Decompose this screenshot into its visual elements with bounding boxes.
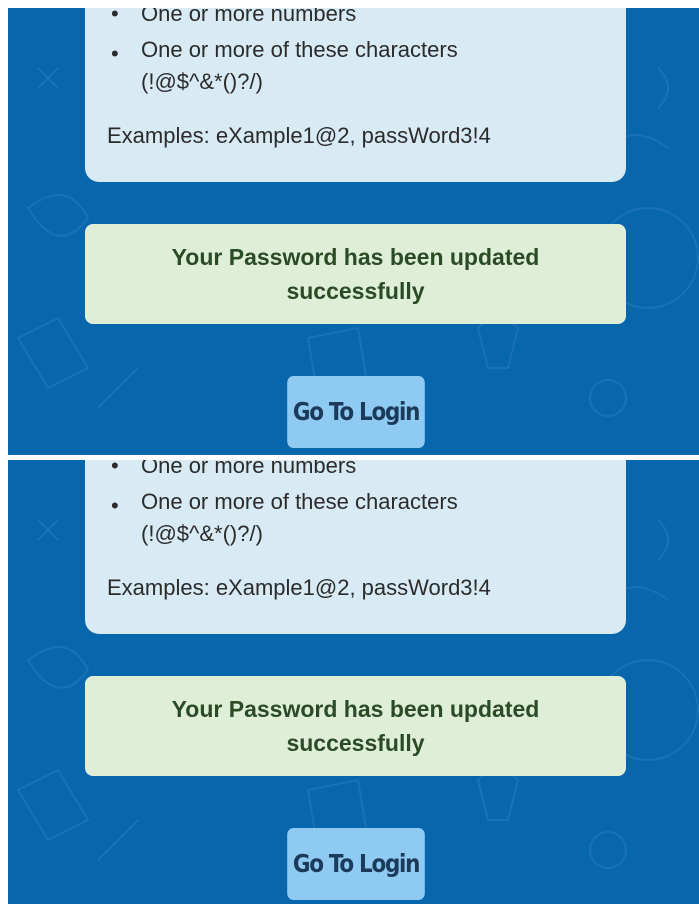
- password-requirements-card: • One or more numbers • One or more of t…: [85, 460, 626, 634]
- success-message-line1: Your Password has been updated: [171, 244, 540, 270]
- requirement-item-special-chars: One or more of these characters: [141, 489, 458, 514]
- reset-password-view-top: • One or more numbers • One or more of t…: [8, 8, 699, 455]
- password-examples: Examples: eXample1@2, passWord3!4: [107, 123, 491, 148]
- success-message: Your Password has been updated successfu…: [85, 676, 626, 776]
- bullet-icon: •: [111, 460, 119, 478]
- go-to-login-button[interactable]: Go To Login: [287, 376, 425, 448]
- requirement-item-special-chars: One or more of these characters: [141, 37, 458, 62]
- page: • One or more numbers • One or more of t…: [0, 0, 699, 904]
- bullet-icon: •: [111, 493, 119, 518]
- success-message-line2: successfully: [286, 730, 425, 756]
- go-to-login-button[interactable]: Go To Login: [287, 828, 425, 900]
- success-message-line2: successfully: [286, 278, 425, 304]
- success-message-line1: Your Password has been updated: [171, 696, 540, 722]
- success-message: Your Password has been updated successfu…: [85, 224, 626, 324]
- password-examples: Examples: eXample1@2, passWord3!4: [107, 575, 491, 600]
- requirement-item-special-chars-list: (!@$^&*()?/): [141, 521, 263, 546]
- bullet-icon: •: [111, 41, 119, 66]
- reset-password-view-bottom: • One or more numbers • One or more of t…: [8, 460, 699, 904]
- password-requirements-card: • One or more numbers • One or more of t…: [85, 8, 626, 182]
- requirement-item-numbers: One or more numbers: [141, 8, 357, 26]
- requirement-item-special-chars-list: (!@$^&*()?/): [141, 69, 263, 94]
- requirement-item-numbers: One or more numbers: [141, 460, 357, 478]
- bullet-icon: •: [111, 8, 119, 26]
